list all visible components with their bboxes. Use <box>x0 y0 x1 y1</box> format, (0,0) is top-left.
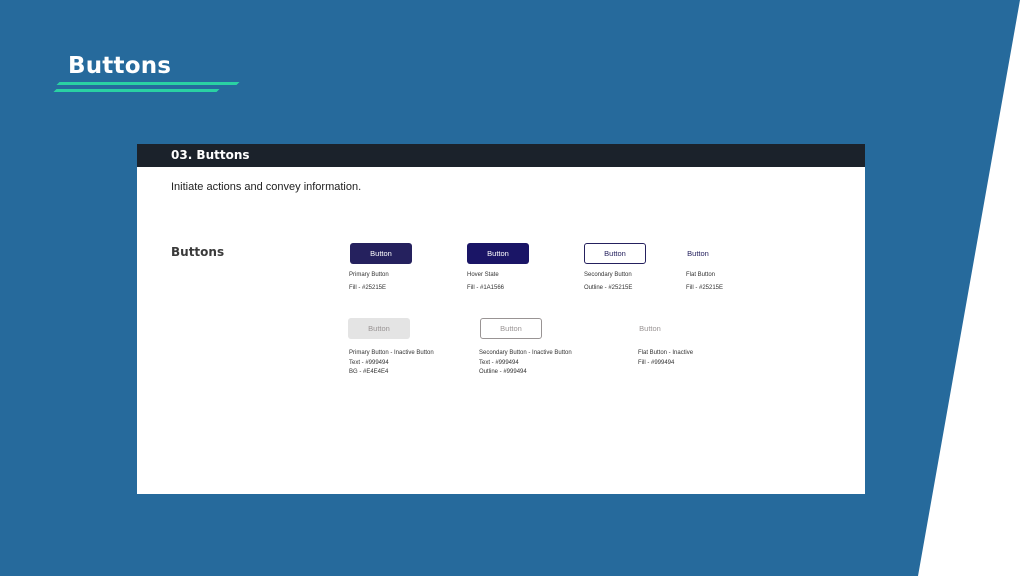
hover-state-button[interactable]: Button <box>467 243 529 264</box>
spec-line: Fill - #25215E <box>686 284 724 291</box>
spec-line: Text - #999494 <box>349 359 389 366</box>
primary-button[interactable]: Button <box>350 243 412 264</box>
card-header-title: 03. Buttons <box>171 148 250 162</box>
spec-line: BG - #E4E4E4 <box>349 369 389 375</box>
spec-line: Fill - #999494 <box>638 359 675 366</box>
spec-name: Hover State <box>467 272 499 278</box>
spec-name: Primary Button - Inactive Button <box>349 350 434 356</box>
spec-name: Flat Button <box>686 272 716 278</box>
card-header: 03. Buttons <box>137 144 865 167</box>
spec-line: Outline - #25215E <box>584 284 633 291</box>
spec-name: Primary Button <box>349 272 389 278</box>
secondary-inactive-button[interactable]: Button <box>480 318 542 339</box>
spec-name: Flat Button - Inactive <box>638 350 694 356</box>
spec-name: Secondary Button <box>584 272 632 278</box>
title-underline-top <box>56 82 240 85</box>
spec-line: Text - #999494 <box>479 359 519 366</box>
secondary-button-spec: Secondary Button Outline - #25215E <box>584 271 632 293</box>
card-description: Initiate actions and convey information. <box>171 181 362 193</box>
secondary-button[interactable]: Button <box>584 243 646 264</box>
hover-state-spec: Hover State Fill - #1A1566 <box>467 271 504 293</box>
spec-line: Fill - #1A1566 <box>467 284 505 291</box>
title-underline-bottom <box>53 89 220 92</box>
buttons-card: 03. Buttons Initiate actions and convey … <box>137 144 865 494</box>
spec-name: Secondary Button - Inactive Button <box>479 350 572 356</box>
secondary-inactive-spec: Secondary Button - Inactive Button Text … <box>479 349 572 378</box>
flat-inactive-button[interactable]: Button <box>619 318 681 339</box>
spec-line: Fill - #25215E <box>349 284 387 291</box>
flat-button-spec: Flat Button Fill - #25215E <box>686 271 723 293</box>
primary-button-spec: Primary Button Fill - #25215E <box>349 271 389 293</box>
primary-inactive-button[interactable]: Button <box>348 318 410 339</box>
section-heading: Buttons <box>171 245 225 259</box>
spec-line: Outline - #999494 <box>479 369 527 375</box>
slide-title: Buttons <box>68 53 172 79</box>
primary-inactive-spec: Primary Button - Inactive Button Text - … <box>349 349 434 378</box>
flat-button[interactable]: Button <box>667 243 729 264</box>
flat-inactive-spec: Flat Button - Inactive Fill - #999494 <box>638 349 693 368</box>
